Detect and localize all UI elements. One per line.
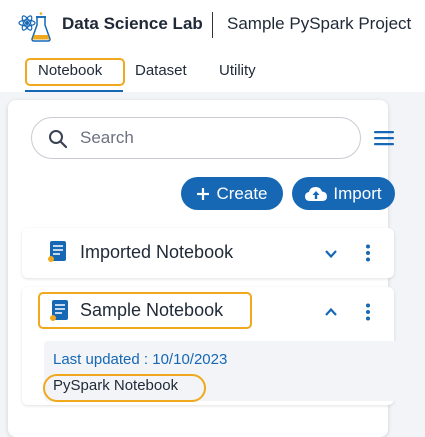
tab-dataset[interactable]: Dataset (135, 62, 187, 79)
app-title: Data Science Lab (62, 14, 203, 33)
chevron-up-icon[interactable] (324, 307, 338, 317)
project-title: Sample PySpark Project (227, 14, 412, 33)
import-button[interactable]: Import (292, 177, 395, 210)
tab-utility[interactable]: Utility (219, 62, 256, 79)
notebook-icon (48, 241, 66, 262)
top-bar: Data Science Lab Sample PySpark Project (0, 0, 425, 52)
notebook-card-imported[interactable]: Imported Notebook (22, 228, 394, 278)
notebook-name: Imported Notebook (80, 242, 234, 262)
notebook-name: Sample Notebook (80, 300, 224, 320)
import-button-label: Import (333, 183, 382, 203)
search-input[interactable] (80, 118, 350, 158)
create-button[interactable]: Create (181, 177, 283, 210)
flask-atom-icon (18, 12, 51, 42)
chevron-down-icon[interactable] (324, 249, 338, 259)
header-divider (212, 12, 213, 38)
more-options-icon[interactable] (365, 244, 371, 262)
more-options-icon[interactable] (365, 303, 371, 321)
cloud-upload-icon (305, 186, 328, 202)
plus-icon (196, 187, 210, 201)
search-icon (49, 130, 68, 149)
create-button-label: Create (216, 183, 268, 203)
tab-notebook[interactable]: Notebook (38, 62, 102, 79)
notebook-icon (50, 300, 68, 321)
last-updated-text: Last updated : 10/10/2023 (53, 351, 228, 368)
hamburger-menu-icon[interactable] (374, 130, 394, 146)
notebook-type-label: PySpark Notebook (53, 377, 179, 394)
tab-bar: Notebook Dataset Utility (0, 52, 425, 93)
search-box (31, 117, 361, 159)
